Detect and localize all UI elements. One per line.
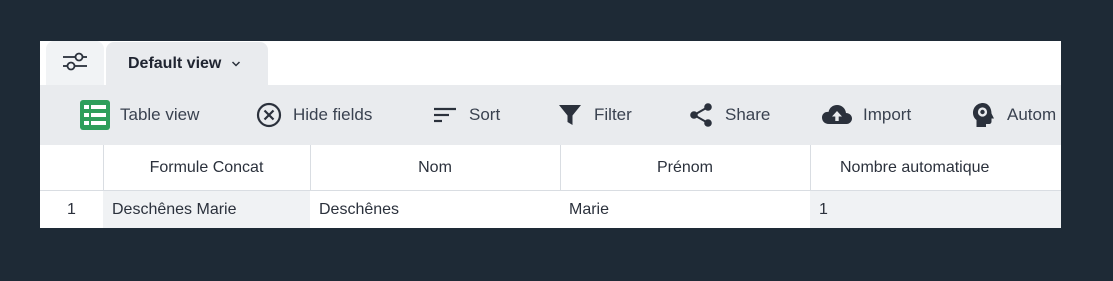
row-index: 1	[40, 191, 104, 228]
share-icon	[687, 101, 715, 129]
automation-button[interactable]: Autom	[971, 85, 1056, 145]
sort-label: Sort	[469, 105, 501, 124]
import-button[interactable]: Import	[821, 85, 911, 145]
column-header-nom[interactable]: Nom	[310, 145, 561, 190]
table-view-icon	[80, 100, 110, 130]
view-settings-button[interactable]	[46, 41, 104, 85]
share-label: Share	[725, 105, 771, 124]
data-grid: Formule Concat Nom Prénom Nombre automat…	[40, 145, 1061, 228]
cell-prenom[interactable]: Marie	[560, 191, 811, 228]
filter-icon	[556, 101, 584, 129]
sliders-icon	[61, 49, 89, 78]
column-header-nombre-automatique[interactable]: Nombre automatique	[810, 145, 1061, 190]
import-label: Import	[863, 105, 912, 124]
sort-button[interactable]: Sort	[431, 85, 500, 145]
app-window: Default view Table view Hide fields Sort…	[40, 41, 1061, 228]
column-header-prenom[interactable]: Prénom	[560, 145, 811, 190]
hide-fields-icon	[255, 101, 283, 129]
table-row[interactable]: 1 Deschênes Marie Deschênes Marie 1	[40, 191, 1061, 228]
cell-formule-concat[interactable]: Deschênes Marie	[103, 191, 311, 228]
view-tab-bar: Default view	[40, 41, 1061, 85]
chevron-down-icon[interactable]	[231, 60, 241, 68]
cell-nombre-automatique[interactable]: 1	[810, 191, 1061, 228]
hide-fields-button[interactable]: Hide fields	[255, 85, 372, 145]
filter-button[interactable]: Filter	[556, 85, 632, 145]
table-view-button[interactable]: Table view	[80, 85, 199, 145]
tab-label: Default view	[128, 54, 222, 72]
cell-nom[interactable]: Deschênes	[310, 191, 561, 228]
automation-label: Autom	[1007, 105, 1057, 124]
hide-fields-label: Hide fields	[293, 105, 373, 124]
toolbar: Table view Hide fields Sort Filter Share…	[40, 85, 1061, 145]
automation-icon	[971, 101, 997, 129]
column-header-formule-concat[interactable]: Formule Concat	[103, 145, 311, 190]
filter-label: Filter	[594, 105, 632, 124]
grid-header-row: Formule Concat Nom Prénom Nombre automat…	[40, 145, 1061, 191]
tab-default-view[interactable]: Default view	[106, 42, 268, 85]
sort-icon	[431, 101, 459, 129]
cloud-upload-icon	[821, 101, 853, 129]
share-button[interactable]: Share	[687, 85, 770, 145]
row-index-header	[40, 145, 104, 190]
table-view-label: Table view	[120, 105, 200, 124]
